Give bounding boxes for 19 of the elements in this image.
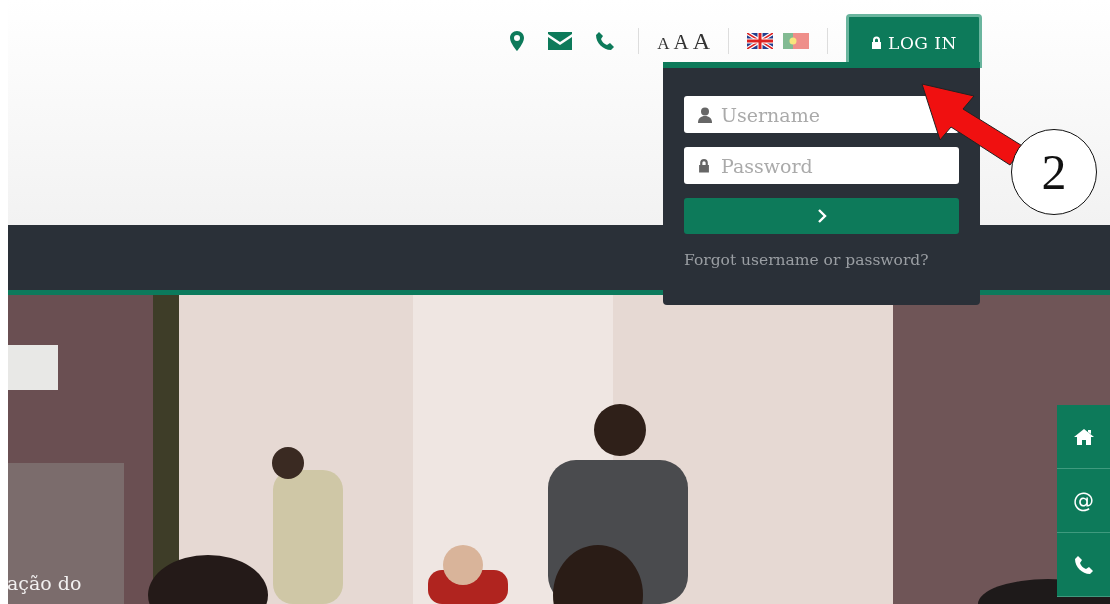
phone-icon[interactable] xyxy=(596,32,615,50)
caption-text: ação do xyxy=(7,572,82,594)
font-size-option[interactable]: A xyxy=(673,29,689,55)
mail-icon[interactable] xyxy=(548,32,573,50)
user-icon xyxy=(698,107,712,123)
lock-icon xyxy=(871,36,883,49)
location-pin-icon[interactable] xyxy=(510,31,525,51)
lock-icon xyxy=(698,158,710,173)
phone-icon xyxy=(1074,555,1093,574)
chevron-right-icon xyxy=(816,209,827,223)
forgot-link[interactable]: Forgot username or password? xyxy=(684,251,959,269)
side-button[interactable] xyxy=(1057,405,1110,469)
uk-flag-icon[interactable] xyxy=(747,33,773,49)
password-field[interactable]: Password xyxy=(684,147,959,184)
side-button[interactable]: @ xyxy=(1057,469,1110,533)
font-size-option[interactable]: A xyxy=(692,27,710,55)
home-icon xyxy=(1073,428,1094,445)
font-size-option[interactable]: A xyxy=(657,33,670,54)
side-button[interactable] xyxy=(1057,533,1110,597)
